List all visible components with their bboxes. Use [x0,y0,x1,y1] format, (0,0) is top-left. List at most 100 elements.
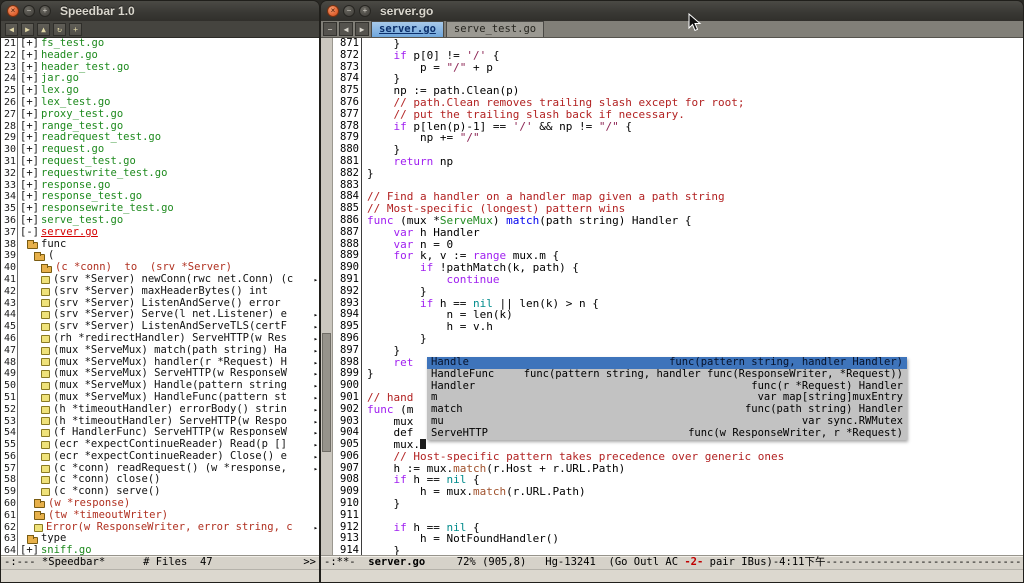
completion-item[interactable]: mvar map[string]muxEntry [427,392,907,404]
speedbar-tag-item[interactable]: 57(c *conn) readRequest() (w *response,▸ [1,463,319,475]
code-line[interactable]: 896 } [333,333,1023,345]
line-number: 876 [333,97,362,109]
speedbar-group-item[interactable]: 60(w *response) [1,498,319,510]
speedbar-tag-item[interactable]: 48(mux *ServeMux) handler(r *Request) H▸ [1,357,319,369]
completion-item[interactable]: Handlefunc(pattern string, handler Handl… [427,357,907,369]
speedbar-tag-item[interactable]: 47(mux *ServeMux) match(path string) Ha▸ [1,345,319,357]
speedbar-file-item[interactable]: 22[+]header.go [1,50,319,62]
speedbar-tag-item[interactable]: 62Error(w ResponseWriter, error string, … [1,522,319,534]
code-line[interactable]: 891 continue [333,274,1023,286]
expander-toggle[interactable]: [+] [20,97,39,109]
maximize-button[interactable]: + [39,5,51,17]
code-line[interactable]: 879 np += "/" [333,132,1023,144]
speedbar-tag-item[interactable]: 51(mux *ServeMux) HandleFunc(pattern st▸ [1,392,319,404]
speedbar-group-item[interactable]: 39( [1,250,319,262]
speedbar-group-item[interactable]: 38func [1,239,319,251]
code-line[interactable]: 897 } [333,345,1023,357]
tab-server-go[interactable]: server.go [371,21,444,37]
speedbar-tag-item[interactable]: 58(c *conn) close() [1,474,319,486]
completion-item[interactable]: muvar sync.RWMutex [427,416,907,428]
vertical-scrollbar[interactable] [321,38,333,555]
speedbar-tag-item[interactable]: 53(h *timeoutHandler) ServeHTTP(w Respo▸ [1,416,319,428]
expander-toggle[interactable]: [+] [20,545,39,555]
speedbar-file-item[interactable]: 64[+]sniff.go [1,545,319,555]
expander-toggle[interactable]: [+] [20,109,39,121]
close-button[interactable]: × [327,5,339,17]
speedbar-titlebar[interactable]: × − + Speedbar 1.0 [1,1,319,21]
speedbar-file-item[interactable]: 23[+]header_test.go [1,62,319,74]
minimize-button[interactable]: − [23,5,35,17]
speedbar-group-item[interactable]: 63type [1,533,319,545]
speedbar-tag-item[interactable]: 52(h *timeoutHandler) errorBody() strin▸ [1,404,319,416]
completion-item[interactable]: HandleFuncfunc(pattern string, handler f… [427,369,907,381]
speedbar-file-item[interactable]: 31[+]request_test.go [1,156,319,168]
up-directory-icon[interactable]: ▲ [37,23,50,36]
tab-scroll-right-icon[interactable]: ▶ [355,22,369,36]
code-line[interactable]: 873 p = "/" + p [333,62,1023,74]
speedbar-scroll-indicator[interactable]: >> [303,556,316,569]
editor-titlebar[interactable]: × − + server.go [321,1,1023,21]
speedbar-file-item[interactable]: 26[+]lex_test.go [1,97,319,109]
speedbar-tag-item[interactable]: 54(f HandlerFunc) ServeHTTP(w ResponseW▸ [1,427,319,439]
speedbar-tag-item[interactable]: 44(srv *Server) Serve(l net.Listener) e▸ [1,309,319,321]
expander-toggle[interactable]: [+] [20,156,39,168]
item-label: readrequest_test.go [41,132,161,144]
speedbar-modeline[interactable]: -:--- *Speedbar* # Files 47 >> [1,555,319,569]
expander-toggle[interactable]: [+] [20,50,39,62]
speedbar-file-item[interactable]: 29[+]readrequest_test.go [1,132,319,144]
code-area[interactable]: 871 }872 if p[0] != '/' {873 p = "/" + p… [333,38,1023,555]
tab-home-icon[interactable]: − [323,22,337,36]
speedbar-file-item[interactable]: 27[+]proxy_test.go [1,109,319,121]
speedbar-tag-item[interactable]: 43(srv *Server) ListenAndServe() error [1,298,319,310]
code-line[interactable]: 914 } [333,545,1023,555]
speedbar-file-item[interactable]: 32[+]requestwrite_test.go [1,168,319,180]
new-item-icon[interactable]: + [69,23,82,36]
refresh-icon[interactable]: ↻ [53,23,66,36]
tab-scroll-left-icon[interactable]: ◀ [339,22,353,36]
speedbar-tag-item[interactable]: 41(srv *Server) newConn(rwc net.Conn) (c… [1,274,319,286]
speedbar-group-item[interactable]: 40(c *conn) to (srv *Server) [1,262,319,274]
speedbar-file-item[interactable]: 36[+]serve_test.go [1,215,319,227]
speedbar-file-item[interactable]: 33[+]response.go [1,180,319,192]
code-line[interactable]: 895 h = v.h [333,321,1023,333]
editor-modeline[interactable]: -:**- server.go 72% (905,8) Hg-13241 (Go… [321,555,1023,569]
speedbar-tag-item[interactable]: 46(rh *redirectHandler) ServeHTTP(w Res▸ [1,333,319,345]
close-button[interactable]: × [7,5,19,17]
back-icon[interactable]: ◀ [5,23,18,36]
speedbar-file-item[interactable]: 30[+]request.go [1,144,319,156]
speedbar-group-item[interactable]: 61(tw *timeoutWriter) [1,510,319,522]
speedbar-file-item[interactable]: 21[+]fs_test.go [1,38,319,50]
code-line[interactable]: 881 return np [333,156,1023,168]
speedbar-tag-item[interactable]: 42(srv *Server) maxHeaderBytes() int [1,286,319,298]
speedbar-tag-item[interactable]: 49(mux *ServeMux) ServeHTTP(w ResponseW▸ [1,368,319,380]
maximize-button[interactable]: + [359,5,371,17]
completion-item[interactable]: Handlerfunc(r *Request) Handler [427,381,907,393]
completion-annotation: var sync.RWMutex [802,416,903,428]
code-line[interactable]: 882} [333,168,1023,180]
expander-toggle[interactable]: [+] [20,215,39,227]
code-line[interactable]: 913 h = NotFoundHandler() [333,533,1023,545]
speedbar-file-item[interactable]: 25[+]lex.go [1,85,319,97]
speedbar-tag-item[interactable]: 50(mux *ServeMux) Handle(pattern string▸ [1,380,319,392]
speedbar-file-item[interactable]: 35[+]responsewrite_test.go [1,203,319,215]
scrollbar-thumb[interactable] [322,333,331,452]
speedbar-file-item[interactable]: 37[-]server.go [1,227,319,239]
completion-item[interactable]: ServeHTTPfunc(w ResponseWriter, r *Reque… [427,428,907,440]
speedbar-file-item[interactable]: 24[+]jar.go [1,73,319,85]
minimize-button[interactable]: − [343,5,355,17]
speedbar-file-item[interactable]: 34[+]response_test.go [1,191,319,203]
line-number: 40 [1,262,18,274]
item-label: response_test.go [41,191,142,203]
expander-toggle[interactable]: [+] [20,168,39,180]
speedbar-tag-item[interactable]: 45(srv *Server) ListenAndServeTLS(certF▸ [1,321,319,333]
speedbar-file-item[interactable]: 28[+]range_test.go [1,121,319,133]
speedbar-tag-item[interactable]: 55(ecr *expectContinueReader) Read(p []▸ [1,439,319,451]
speedbar-tag-item[interactable]: 59(c *conn) serve() [1,486,319,498]
completion-item[interactable]: matchfunc(path string) Handler [427,404,907,416]
code-line[interactable]: 910 } [333,498,1023,510]
expander-toggle[interactable]: [-] [20,227,39,239]
forward-icon[interactable]: ▶ [21,23,34,36]
code-line[interactable]: 909 h = mux.match(r.URL.Path) [333,486,1023,498]
tab-serve-test-go[interactable]: serve_test.go [446,21,544,37]
speedbar-tag-item[interactable]: 56(ecr *expectContinueReader) Close() e▸ [1,451,319,463]
